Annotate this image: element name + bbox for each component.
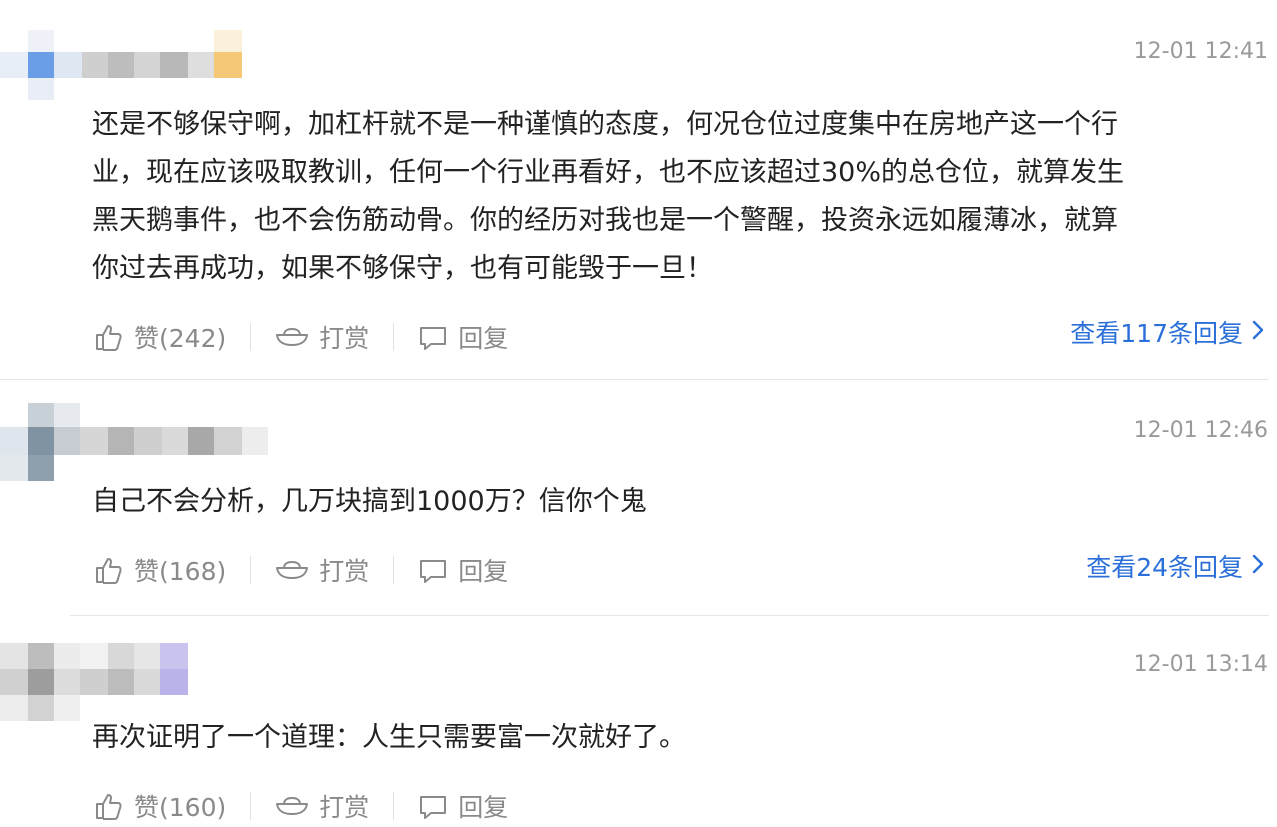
chevron-right-icon	[1243, 552, 1265, 581]
like-count-label: 赞(168)	[134, 557, 227, 586]
reply-label: 回复	[458, 324, 509, 353]
reward-button[interactable]: 打赏	[275, 319, 369, 355]
user-avatar-and-name-blurred[interactable]	[0, 403, 275, 483]
reward-label: 打赏	[319, 324, 370, 353]
chevron-right-icon	[1243, 318, 1265, 347]
chat-bubble-icon	[418, 791, 448, 821]
divider	[393, 792, 395, 820]
like-button[interactable]: 赞(160)	[94, 788, 226, 824]
view-replies-link[interactable]: 查看24条回复	[1086, 548, 1265, 584]
reply-button[interactable]: 回复	[418, 788, 508, 824]
view-replies-label: 查看117条回复	[1070, 319, 1243, 348]
ingot-icon	[275, 322, 309, 352]
view-replies-link[interactable]: 查看117条回复	[1070, 314, 1265, 350]
thumbs-up-icon	[94, 555, 124, 585]
comment-item: 12-01 12:46 自己不会分析，几万块搞到1000万？信你个鬼 赞(168…	[0, 380, 1277, 616]
divider	[250, 556, 252, 584]
comment-item: 12-01 13:14 再次证明了一个道理：人生只需要富一次就好了。 赞(160…	[0, 616, 1277, 827]
comment-actions: 赞(168) 打赏 回复	[94, 550, 508, 590]
thumbs-up-icon	[94, 322, 124, 352]
comment-time: 12-01 13:14	[1133, 652, 1268, 677]
view-replies-label: 查看24条回复	[1086, 553, 1243, 582]
divider	[250, 323, 252, 351]
thumbs-up-icon	[94, 791, 124, 821]
comment-time: 12-01 12:41	[1133, 39, 1268, 64]
reply-button[interactable]: 回复	[418, 319, 508, 355]
comment-actions: 赞(242) 打赏 回复	[94, 317, 508, 357]
like-count-label: 赞(242)	[134, 324, 227, 353]
reply-label: 回复	[458, 793, 509, 822]
divider	[250, 792, 252, 820]
reward-label: 打赏	[319, 557, 370, 586]
user-avatar-and-name-blurred[interactable]	[0, 643, 200, 723]
comment-actions: 赞(160) 打赏 回复	[94, 786, 508, 826]
comment-time: 12-01 12:46	[1133, 418, 1268, 443]
chat-bubble-icon	[418, 322, 448, 352]
reply-label: 回复	[458, 557, 509, 586]
like-count-label: 赞(160)	[134, 793, 227, 822]
comment-item: 12-01 12:41 还是不够保守啊，加杠杆就不是一种谨慎的态度，何况仓位过度…	[0, 0, 1277, 380]
divider	[393, 323, 395, 351]
ingot-icon	[275, 791, 309, 821]
comment-text: 还是不够保守啊，加杠杆就不是一种谨慎的态度，何况仓位过度集中在房地产这一个行 业…	[92, 109, 1125, 284]
reward-button[interactable]: 打赏	[275, 788, 369, 824]
like-button[interactable]: 赞(168)	[94, 552, 226, 588]
comment-text: 自己不会分析，几万块搞到1000万？信你个鬼	[92, 486, 647, 517]
reward-button[interactable]: 打赏	[275, 552, 369, 588]
divider	[393, 556, 395, 584]
comment-text: 再次证明了一个道理：人生只需要富一次就好了。	[92, 722, 686, 753]
reward-label: 打赏	[319, 793, 370, 822]
user-avatar-and-name-blurred[interactable]	[0, 30, 250, 100]
chat-bubble-icon	[418, 555, 448, 585]
like-button[interactable]: 赞(242)	[94, 319, 226, 355]
reply-button[interactable]: 回复	[418, 552, 508, 588]
ingot-icon	[275, 555, 309, 585]
